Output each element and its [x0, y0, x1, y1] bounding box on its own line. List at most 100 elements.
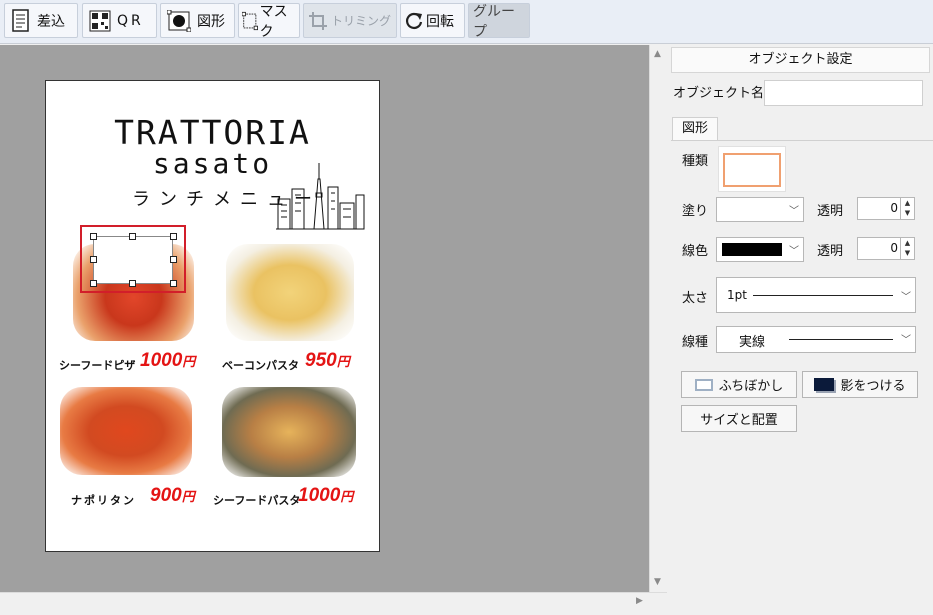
fill-alpha-value: 0: [890, 201, 898, 215]
line-type-select[interactable]: 実線 ﹀: [716, 326, 916, 353]
fill-alpha-label: 透明: [817, 204, 844, 219]
scroll-down-icon[interactable]: ▼: [654, 577, 661, 587]
resize-handle[interactable]: [129, 233, 136, 240]
fill-alpha-spinner[interactable]: 0 ▲ ▼: [857, 197, 915, 220]
size-position-button[interactable]: サイズと配置: [681, 405, 797, 432]
scroll-up-icon[interactable]: ▲: [654, 49, 661, 59]
group-label: グループ: [473, 3, 515, 40]
shadow-icon: [814, 378, 835, 391]
menu-item-name[interactable]: ベーコンパスタ: [222, 357, 299, 373]
menu-item-price[interactable]: 950円: [305, 350, 350, 372]
price-value: 950: [305, 350, 337, 371]
price-value: 900: [150, 485, 182, 506]
blur-edges-button[interactable]: ふちぼかし: [681, 371, 797, 398]
resize-handle[interactable]: [129, 280, 136, 287]
line-alpha-spinner[interactable]: 0 ▲ ▼: [857, 237, 915, 260]
line-type-preview: [789, 339, 893, 340]
add-shadow-button[interactable]: 影をつける: [802, 371, 918, 398]
resize-handle[interactable]: [90, 280, 97, 287]
chevron-down-icon: ﹀: [789, 246, 799, 257]
shape-kind-picker[interactable]: [718, 146, 786, 192]
line-alpha-value: 0: [890, 241, 898, 255]
yen-symbol: 円: [336, 354, 350, 369]
canvas-area[interactable]: TRATTORIA sasato ランチメニュー シーフードピザ 1000円 ベ…: [0, 45, 649, 592]
spin-down-icon[interactable]: ▼: [901, 248, 914, 258]
menu-item-name[interactable]: ナポリタン: [71, 492, 136, 508]
spin-up-icon[interactable]: ▲: [901, 198, 914, 208]
horizontal-scrollbar[interactable]: ▶: [0, 592, 667, 609]
price-value: 1000: [298, 485, 341, 506]
mask-label: マスク: [259, 3, 288, 40]
yen-symbol: 円: [340, 489, 354, 504]
resize-handle[interactable]: [170, 233, 177, 240]
blur-edges-icon: [694, 378, 713, 391]
thickness-line-preview: [753, 295, 893, 296]
yen-symbol: 円: [181, 489, 195, 504]
menu-item-price[interactable]: 1000円: [298, 485, 353, 507]
thickness-label: 太さ: [682, 291, 709, 306]
thickness-select[interactable]: 1pt ﹀: [716, 277, 916, 313]
line-type-value: 実線: [739, 335, 766, 350]
chevron-down-icon: ﹀: [789, 206, 799, 217]
insert-button[interactable]: 差込: [4, 3, 78, 38]
seafood-pasta-photo[interactable]: [222, 387, 356, 477]
crop-icon: [309, 11, 327, 30]
document-icon: [12, 8, 29, 32]
city-skyline-illustration[interactable]: [276, 159, 366, 231]
spin-up-icon[interactable]: ▲: [901, 238, 914, 248]
object-settings-panel: オブジェクト設定 オブジェクト名 図形 種類 塗り ﹀ 透明 0 ▲ ▼ 線色 ﹀…: [668, 45, 933, 609]
kind-label: 種類: [682, 154, 709, 169]
shape-button[interactable]: 図形: [160, 3, 235, 38]
napolitan-photo[interactable]: [60, 387, 192, 475]
yen-symbol: 円: [182, 354, 196, 369]
resize-handle[interactable]: [90, 256, 97, 263]
mask-button[interactable]: マスク: [238, 3, 300, 40]
line-color-select[interactable]: ﹀: [716, 237, 804, 262]
shape-label: 図形: [197, 13, 225, 30]
fill-color-select[interactable]: ﹀: [716, 197, 804, 222]
menu-item-price[interactable]: 1000円: [140, 350, 195, 372]
menu-item-name[interactable]: シーフードパスタ: [213, 492, 300, 508]
mask-icon: [242, 11, 258, 30]
rotate-button[interactable]: 回転: [400, 3, 465, 38]
trim-button[interactable]: トリミング: [303, 3, 397, 38]
vertical-scrollbar[interactable]: ▲ ▼: [649, 45, 667, 592]
group-button[interactable]: グループ: [468, 3, 530, 40]
add-shadow-label: 影をつける: [840, 379, 906, 394]
qr-label: QR: [117, 12, 144, 29]
resize-handle[interactable]: [170, 256, 177, 263]
qr-icon: [89, 10, 111, 31]
size-position-label: サイズと配置: [700, 413, 778, 428]
chevron-down-icon: ﹀: [901, 292, 911, 303]
rectangle-shape-preview: [723, 153, 781, 187]
tab-shape[interactable]: 図形: [672, 117, 718, 141]
menu-item-price[interactable]: 900円: [150, 485, 195, 507]
insert-label: 差込: [37, 13, 65, 30]
spin-down-icon[interactable]: ▼: [901, 208, 914, 218]
toolbar: 差込 QR 図形 マスク トリミング 回転 グループ: [0, 0, 933, 44]
blur-edges-label: ふちぼかし: [718, 379, 784, 394]
line-color-swatch: [722, 243, 782, 256]
selected-rectangle-shape[interactable]: [93, 236, 173, 284]
rotate-label: 回転: [426, 13, 454, 30]
line-color-label: 線色: [682, 244, 709, 259]
rotate-icon: [406, 12, 423, 29]
object-name-input[interactable]: [764, 80, 923, 106]
line-type-label: 線種: [682, 335, 709, 350]
line-alpha-label: 透明: [817, 244, 844, 259]
qr-button[interactable]: QR: [82, 3, 157, 38]
object-name-label: オブジェクト名: [673, 86, 765, 101]
trim-label: トリミング: [331, 14, 392, 28]
resize-handle[interactable]: [170, 280, 177, 287]
price-value: 1000: [140, 350, 183, 371]
chevron-down-icon: ﹀: [901, 335, 911, 346]
resize-handle[interactable]: [90, 233, 97, 240]
flyer-page[interactable]: TRATTORIA sasato ランチメニュー シーフードピザ 1000円 ベ…: [45, 80, 380, 552]
panel-title: オブジェクト設定: [671, 47, 930, 73]
fill-label: 塗り: [682, 204, 709, 219]
thickness-value: 1pt: [727, 288, 747, 302]
bacon-pasta-photo[interactable]: [226, 244, 354, 341]
shape-icon: [167, 9, 191, 32]
menu-item-name[interactable]: シーフードピザ: [59, 357, 135, 373]
scroll-right-icon[interactable]: ▶: [636, 596, 643, 606]
